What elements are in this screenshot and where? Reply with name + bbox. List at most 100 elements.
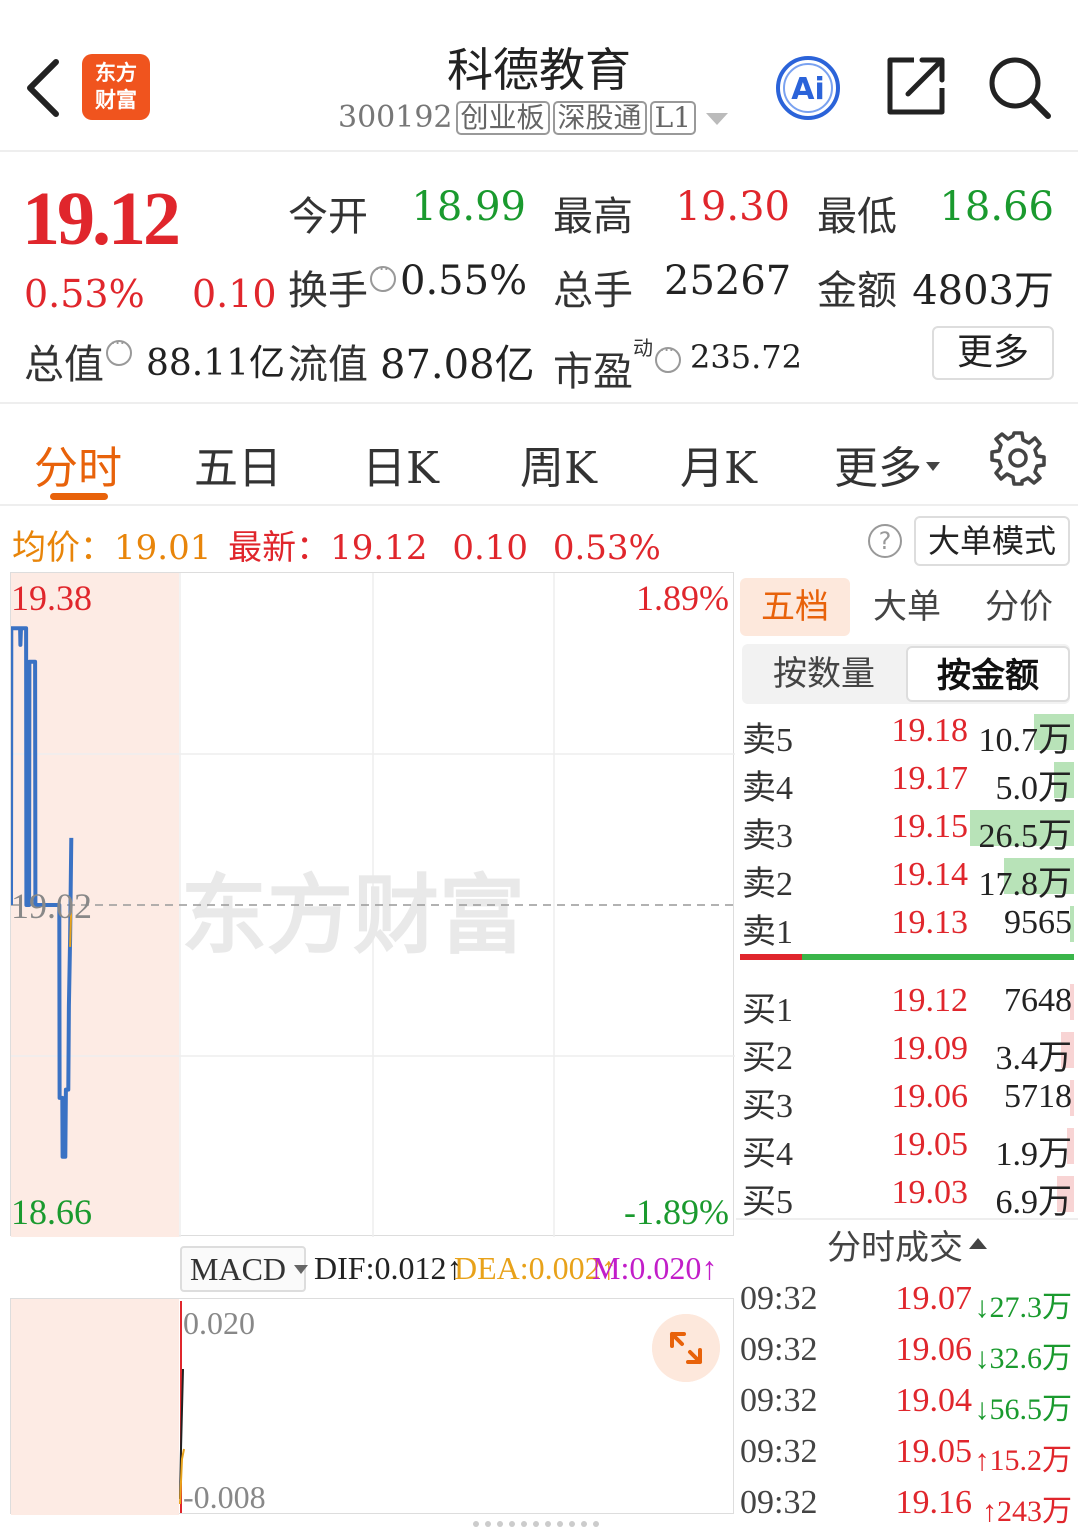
gear-icon[interactable] [990,430,1046,486]
volume-value: 25267 [664,258,792,304]
sell-level-row[interactable]: 卖5 19.18 10.7万 [740,708,1074,759]
pe-label: 市盈 [553,349,633,395]
trade-row: 09:32 19.07 ↓27.3万 [740,1276,1074,1326]
turnover-label-row[interactable]: 换手 [288,258,396,316]
pe-value: 235.72 [690,338,802,376]
arrow-up-icon: ↑ [982,1495,997,1528]
indicator-select[interactable]: MACD [180,1246,309,1292]
fullscreen-expand-icon[interactable] [652,1314,720,1382]
tab-intraday[interactable]: 分时 [34,432,122,496]
order-book-panel: 五档 大单 分价 按数量 按金额 卖5 19.18 10.7万 卖4 19.17 5.0万… [736,572,1078,1530]
macd-chart-svg [11,1299,185,1515]
logo-line-2: 财富 [95,88,137,112]
indicator-select-value: MACD [190,1251,287,1287]
latest-change: 0.10 [452,528,529,568]
mktcap-value: 88.11亿 [146,343,286,384]
prev-close-label: 19.02 [11,886,92,926]
intraday-chart[interactable]: 东方财富 19.38 19.02 18.66 1.89% -1.89% [10,572,735,1237]
by-amount-option[interactable]: 按金额 [906,646,1070,702]
turnover-label: 换手 [288,268,368,314]
sell-level-label: 卖5 [742,722,793,759]
tab-price-distribution[interactable]: 分价 [964,578,1074,636]
trade-row: 09:32 19.05 ↑15.2万 [740,1429,1074,1479]
tab-more[interactable]: 更多 [834,432,940,496]
tab-daily-k[interactable]: 日K [362,432,439,496]
sell-level-volume: 26.5万 [978,818,1073,855]
caret-down-icon [294,1265,309,1274]
big-order-mode-button[interactable]: 大单模式 [914,516,1070,566]
stock-code-row[interactable]: 300192 创业板 深股通 L1 [338,100,778,135]
avg-price-value: 19.01 [114,528,212,568]
tab-five-level[interactable]: 五档 [740,578,850,636]
buy-level-label: 买4 [742,1136,793,1173]
turnover-value: 0.55% [400,258,528,304]
buy-level-label: 买2 [742,1040,793,1077]
trade-price: 19.07 [895,1280,973,1317]
current-price: 19.12 [22,177,181,261]
sell-level-row[interactable]: 卖1 19.13 9565 [740,900,1074,951]
buy-level-volume: 3.4万 [995,1040,1073,1077]
mktcap-label-row[interactable]: 总值 [24,332,132,390]
trade-row: 09:32 19.06 ↓32.6万 [740,1327,1074,1377]
level-tag: L1 [649,101,696,135]
sell-level-price: 19.18 [891,712,969,749]
ai-assistant-icon[interactable]: Ai [774,54,842,122]
open-value: 18.99 [411,184,526,230]
trade-volume-value: 32.6万 [989,1342,1073,1375]
buy-level-price: 19.09 [891,1030,969,1067]
more-info-icon[interactable] [370,259,396,292]
watermark: 东方财富 [181,866,525,966]
float-value: 87.08亿 [380,342,535,388]
trade-time: 09:32 [740,1280,818,1317]
arrow-up-icon: ↑ [701,1250,718,1286]
sell-level-row[interactable]: 卖3 19.15 26.5万 [740,804,1074,855]
trade-time: 09:32 [740,1484,818,1521]
latest-percent: 0.53% [552,528,661,568]
sell-level-price: 19.14 [891,856,969,893]
buy-level-row[interactable]: 买5 19.03 6.9万 [740,1170,1074,1221]
tab-weekly-k[interactable]: 周K [520,432,597,496]
buy-level-row[interactable]: 买2 19.09 3.4万 [740,1026,1074,1077]
open-label: 今开 [288,194,368,240]
trade-volume-value: 27.3万 [989,1291,1073,1324]
macd-min-label: -0.008 [183,1479,266,1515]
buy-level-volume: 6.9万 [995,1184,1073,1221]
top-percent-label: 1.89% [636,578,729,618]
tab-more-label: 更多 [834,443,922,494]
stock-code: 300192 [338,100,453,135]
bottom-percent-label: -1.89% [624,1192,729,1232]
latest-price-value: 19.12 [330,528,428,568]
tab-big-order[interactable]: 大单 [854,578,960,636]
chevron-down-icon[interactable] [705,113,728,125]
sell-level-row[interactable]: 卖4 19.17 5.0万 [740,756,1074,807]
share-icon[interactable] [884,54,948,118]
caret-up-icon [969,1238,987,1249]
tab-five-day[interactable]: 五日 [194,432,282,496]
connect-tag: 深股通 [552,101,647,135]
buy-level-row[interactable]: 买1 19.12 7648 [740,978,1074,1029]
back-arrow-icon[interactable] [22,58,62,118]
intraday-chart-svg: 东方财富 [11,573,735,1237]
macd-chart[interactable]: 0.020 -0.008 [10,1298,734,1515]
trade-price: 19.16 [895,1484,973,1521]
trade-row: 09:32 19.04 ↓56.5万 [740,1378,1074,1428]
trades-header[interactable]: 分时成交 [736,1218,1078,1274]
buy-level-row[interactable]: 买3 19.06 5718 [740,1074,1074,1125]
macd-dea-value: DEA:0.002 [454,1250,601,1286]
more-info-icon[interactable] [106,333,132,366]
sell-level-row[interactable]: 卖2 19.14 17.8万 [740,852,1074,903]
change-percent: 0.53% [24,272,145,316]
tab-monthly-k[interactable]: 月K [680,432,757,496]
amount-value: 4803万 [912,268,1054,314]
search-icon[interactable] [986,54,1052,120]
arrow-down-icon: ↓ [974,1291,990,1324]
buy-level-row[interactable]: 买4 19.05 1.9万 [740,1122,1074,1173]
by-quantity-option[interactable]: 按数量 [742,646,906,702]
eastmoney-logo[interactable]: 东方 财富 [82,54,150,120]
more-info-icon[interactable] [655,340,681,373]
pe-label-row[interactable]: 市盈动 [553,332,681,397]
more-quote-button[interactable]: 更多 [932,326,1054,380]
change-amount: 0.10 [192,272,277,316]
buy-level-volume: 7648 [1004,982,1072,1019]
help-icon[interactable]: ? [868,524,902,558]
